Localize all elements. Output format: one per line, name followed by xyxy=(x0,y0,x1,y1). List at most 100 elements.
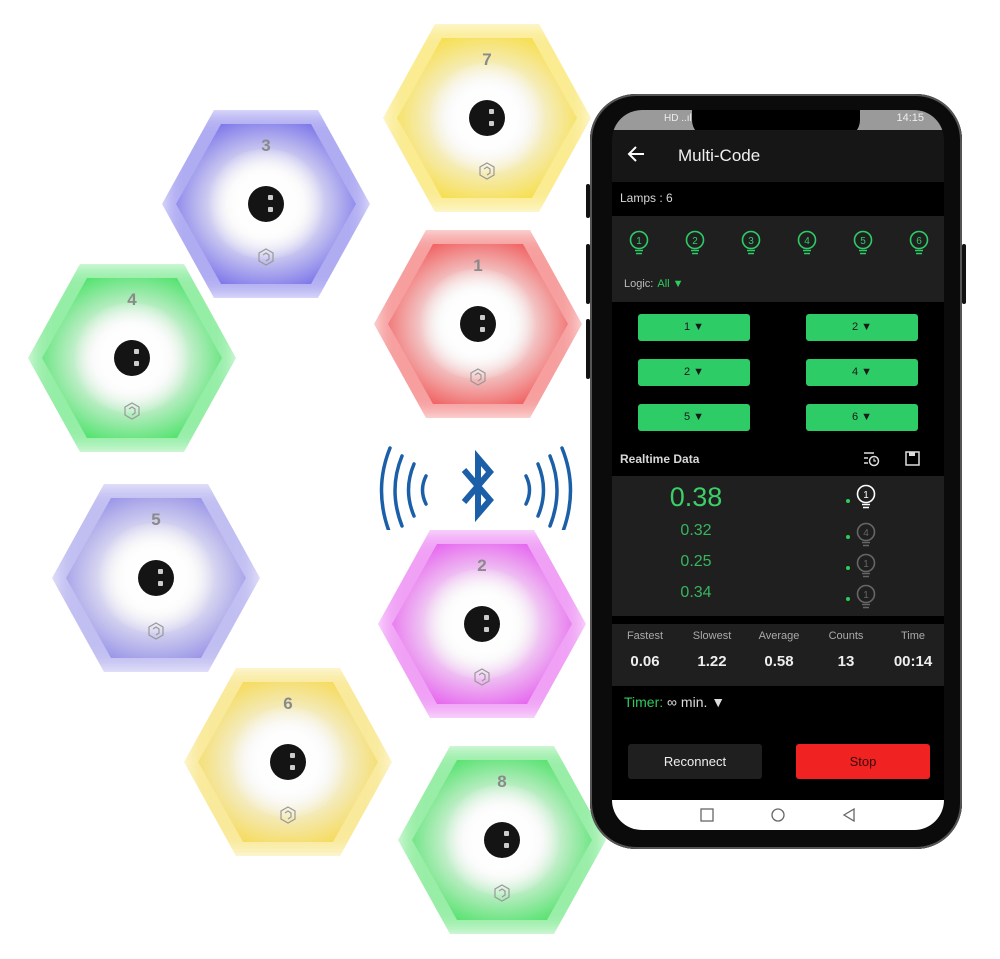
phone-side-button xyxy=(586,319,590,379)
svg-text:1: 1 xyxy=(863,490,869,501)
lamp-bulb-icon: 1 xyxy=(856,484,876,509)
hex-lamp: 7 xyxy=(383,24,591,212)
brand-logo-icon xyxy=(494,884,510,902)
brand-logo-icon xyxy=(479,162,495,180)
home-icon[interactable] xyxy=(771,808,785,822)
lamp-selector-dropdown[interactable]: 6 ▼ xyxy=(806,404,918,431)
svg-text:4: 4 xyxy=(863,528,869,539)
stat-label: Time xyxy=(900,630,926,642)
lamp-selector-dropdown[interactable]: 1 ▼ xyxy=(638,314,750,341)
timer-dropdown[interactable]: ∞ min. ▼ xyxy=(667,694,725,710)
signal-indicator: HD ..ıl xyxy=(664,113,692,124)
svg-text:2: 2 xyxy=(692,236,698,247)
phone-side-button xyxy=(586,184,590,218)
lamp-selector-dropdown[interactable]: 2 ▼ xyxy=(638,359,750,386)
sensor-dot xyxy=(138,560,174,596)
status-time: 14:15 xyxy=(896,112,924,124)
bluetooth-signal-graphic xyxy=(379,446,573,530)
brand-logo-icon xyxy=(474,668,490,686)
lamp-toggle-4[interactable]: 4 xyxy=(796,230,818,256)
hex-lamp: 2 xyxy=(378,530,586,718)
realtime-value: 0.32 xyxy=(680,522,712,539)
svg-text:4: 4 xyxy=(804,236,810,247)
back-triangle-icon[interactable] xyxy=(842,808,856,822)
statistics-panel: Fastest 0.06 Slowest 1.22 Average 0.58 Coun… xyxy=(612,624,944,686)
stat-label: Average xyxy=(758,630,800,642)
stat-slowest: Slowest 1.22 xyxy=(679,630,745,670)
stat-value: 0.58 xyxy=(764,653,794,670)
sensor-dot xyxy=(464,606,500,642)
lamp-selector-dropdown[interactable]: 2 ▼ xyxy=(806,314,918,341)
brand-logo-icon xyxy=(148,622,164,640)
lamps-count-label: Lamps : 6 xyxy=(620,191,673,205)
lamp-toggle-5[interactable]: 5 xyxy=(852,230,874,256)
lamp-toggle-1[interactable]: 1 xyxy=(628,230,650,256)
phone-power-button xyxy=(962,244,966,304)
timer-label: Timer: xyxy=(624,694,664,710)
brand-logo-icon xyxy=(258,248,274,266)
lamp-selector-dropdown[interactable]: 5 ▼ xyxy=(638,404,750,431)
brand-logo-icon xyxy=(124,402,140,420)
realtime-value: 0.38 xyxy=(669,482,723,512)
android-nav-bar xyxy=(612,800,944,830)
logic-dropdown[interactable]: All ▼ xyxy=(657,278,683,290)
stat-value: 13 xyxy=(837,653,855,670)
signal-wave-right-2 xyxy=(536,462,546,518)
stat-label: Fastest xyxy=(626,630,664,642)
save-icon[interactable] xyxy=(904,450,922,468)
status-dot xyxy=(846,535,850,539)
lamp-bulb-icon: 4 xyxy=(856,522,876,547)
lamps-count-bar: Lamps : 6 xyxy=(612,182,944,216)
recent-apps-icon[interactable] xyxy=(700,808,714,822)
lamp-selector-grid: 1 ▼ 2 ▼ 2 ▼ 4 ▼ 5 ▼ 6 ▼ xyxy=(612,302,944,442)
status-dot xyxy=(846,566,850,570)
sensor-dot xyxy=(114,340,150,376)
app-bar: Multi-Code xyxy=(612,130,944,182)
phone-side-button xyxy=(586,244,590,304)
realtime-title: Realtime Data xyxy=(620,452,700,466)
bluetooth-icon xyxy=(461,449,494,523)
sensor-dot xyxy=(248,186,284,222)
realtime-data-list: 0.38 1 0.32 4 0.25 1 0.34 1 xyxy=(612,476,944,616)
signal-wave-left-2 xyxy=(406,462,416,518)
hex-lamp: 5 xyxy=(52,484,260,672)
sensor-dot xyxy=(460,306,496,342)
signal-wave-right-3 xyxy=(548,454,559,528)
reconnect-button[interactable]: Reconnect xyxy=(628,744,762,779)
svg-text:1: 1 xyxy=(636,236,642,247)
lamp-bulb-icon: 1 xyxy=(629,230,649,255)
lamp-toggle-6[interactable]: 6 xyxy=(908,230,930,256)
sensor-dot xyxy=(270,744,306,780)
signal-wave-left-1 xyxy=(420,474,428,506)
svg-text:3: 3 xyxy=(748,236,754,247)
signal-wave-left-4 xyxy=(379,446,392,530)
sensor-dot xyxy=(469,100,505,136)
lamp-bulb-icon: 5 xyxy=(853,230,873,255)
stop-button[interactable]: Stop xyxy=(796,744,930,779)
hex-lamp: 8 xyxy=(398,746,606,934)
realtime-lamp: 4 xyxy=(855,522,877,548)
brand-logo-icon xyxy=(280,806,296,824)
hex-lamp: 6 xyxy=(184,668,392,856)
lamp-selector-dropdown[interactable]: 4 ▼ xyxy=(806,359,918,386)
lamp-toggle-2[interactable]: 2 xyxy=(684,230,706,256)
status-dot xyxy=(846,499,850,503)
realtime-value: 0.34 xyxy=(680,584,712,601)
stat-fastest: Fastest 0.06 xyxy=(612,630,678,670)
realtime-lamp: 1 xyxy=(855,584,877,610)
stat-average: Average 0.58 xyxy=(746,630,812,670)
lamp-icon-row: 1 2 3 4 5 6 xyxy=(612,230,944,256)
stat-label: Slowest xyxy=(692,630,732,642)
realtime-lamp: 1 xyxy=(855,553,877,579)
logic-label: Logic: xyxy=(624,278,654,290)
sensor-dot xyxy=(484,822,520,858)
history-icon[interactable] xyxy=(862,450,880,468)
timer-selector[interactable]: Timer: ∞ min. ▼ xyxy=(624,694,725,710)
lamp-toggle-3[interactable]: 3 xyxy=(740,230,762,256)
arrow-left-icon[interactable] xyxy=(626,143,648,165)
page-title: Multi-Code xyxy=(678,146,761,165)
logic-selector[interactable]: Logic: All ▼ xyxy=(624,278,684,290)
lamp-bulb-icon: 6 xyxy=(909,230,929,255)
brand-logo-icon xyxy=(470,368,486,386)
stat-value: 1.22 xyxy=(697,653,727,670)
